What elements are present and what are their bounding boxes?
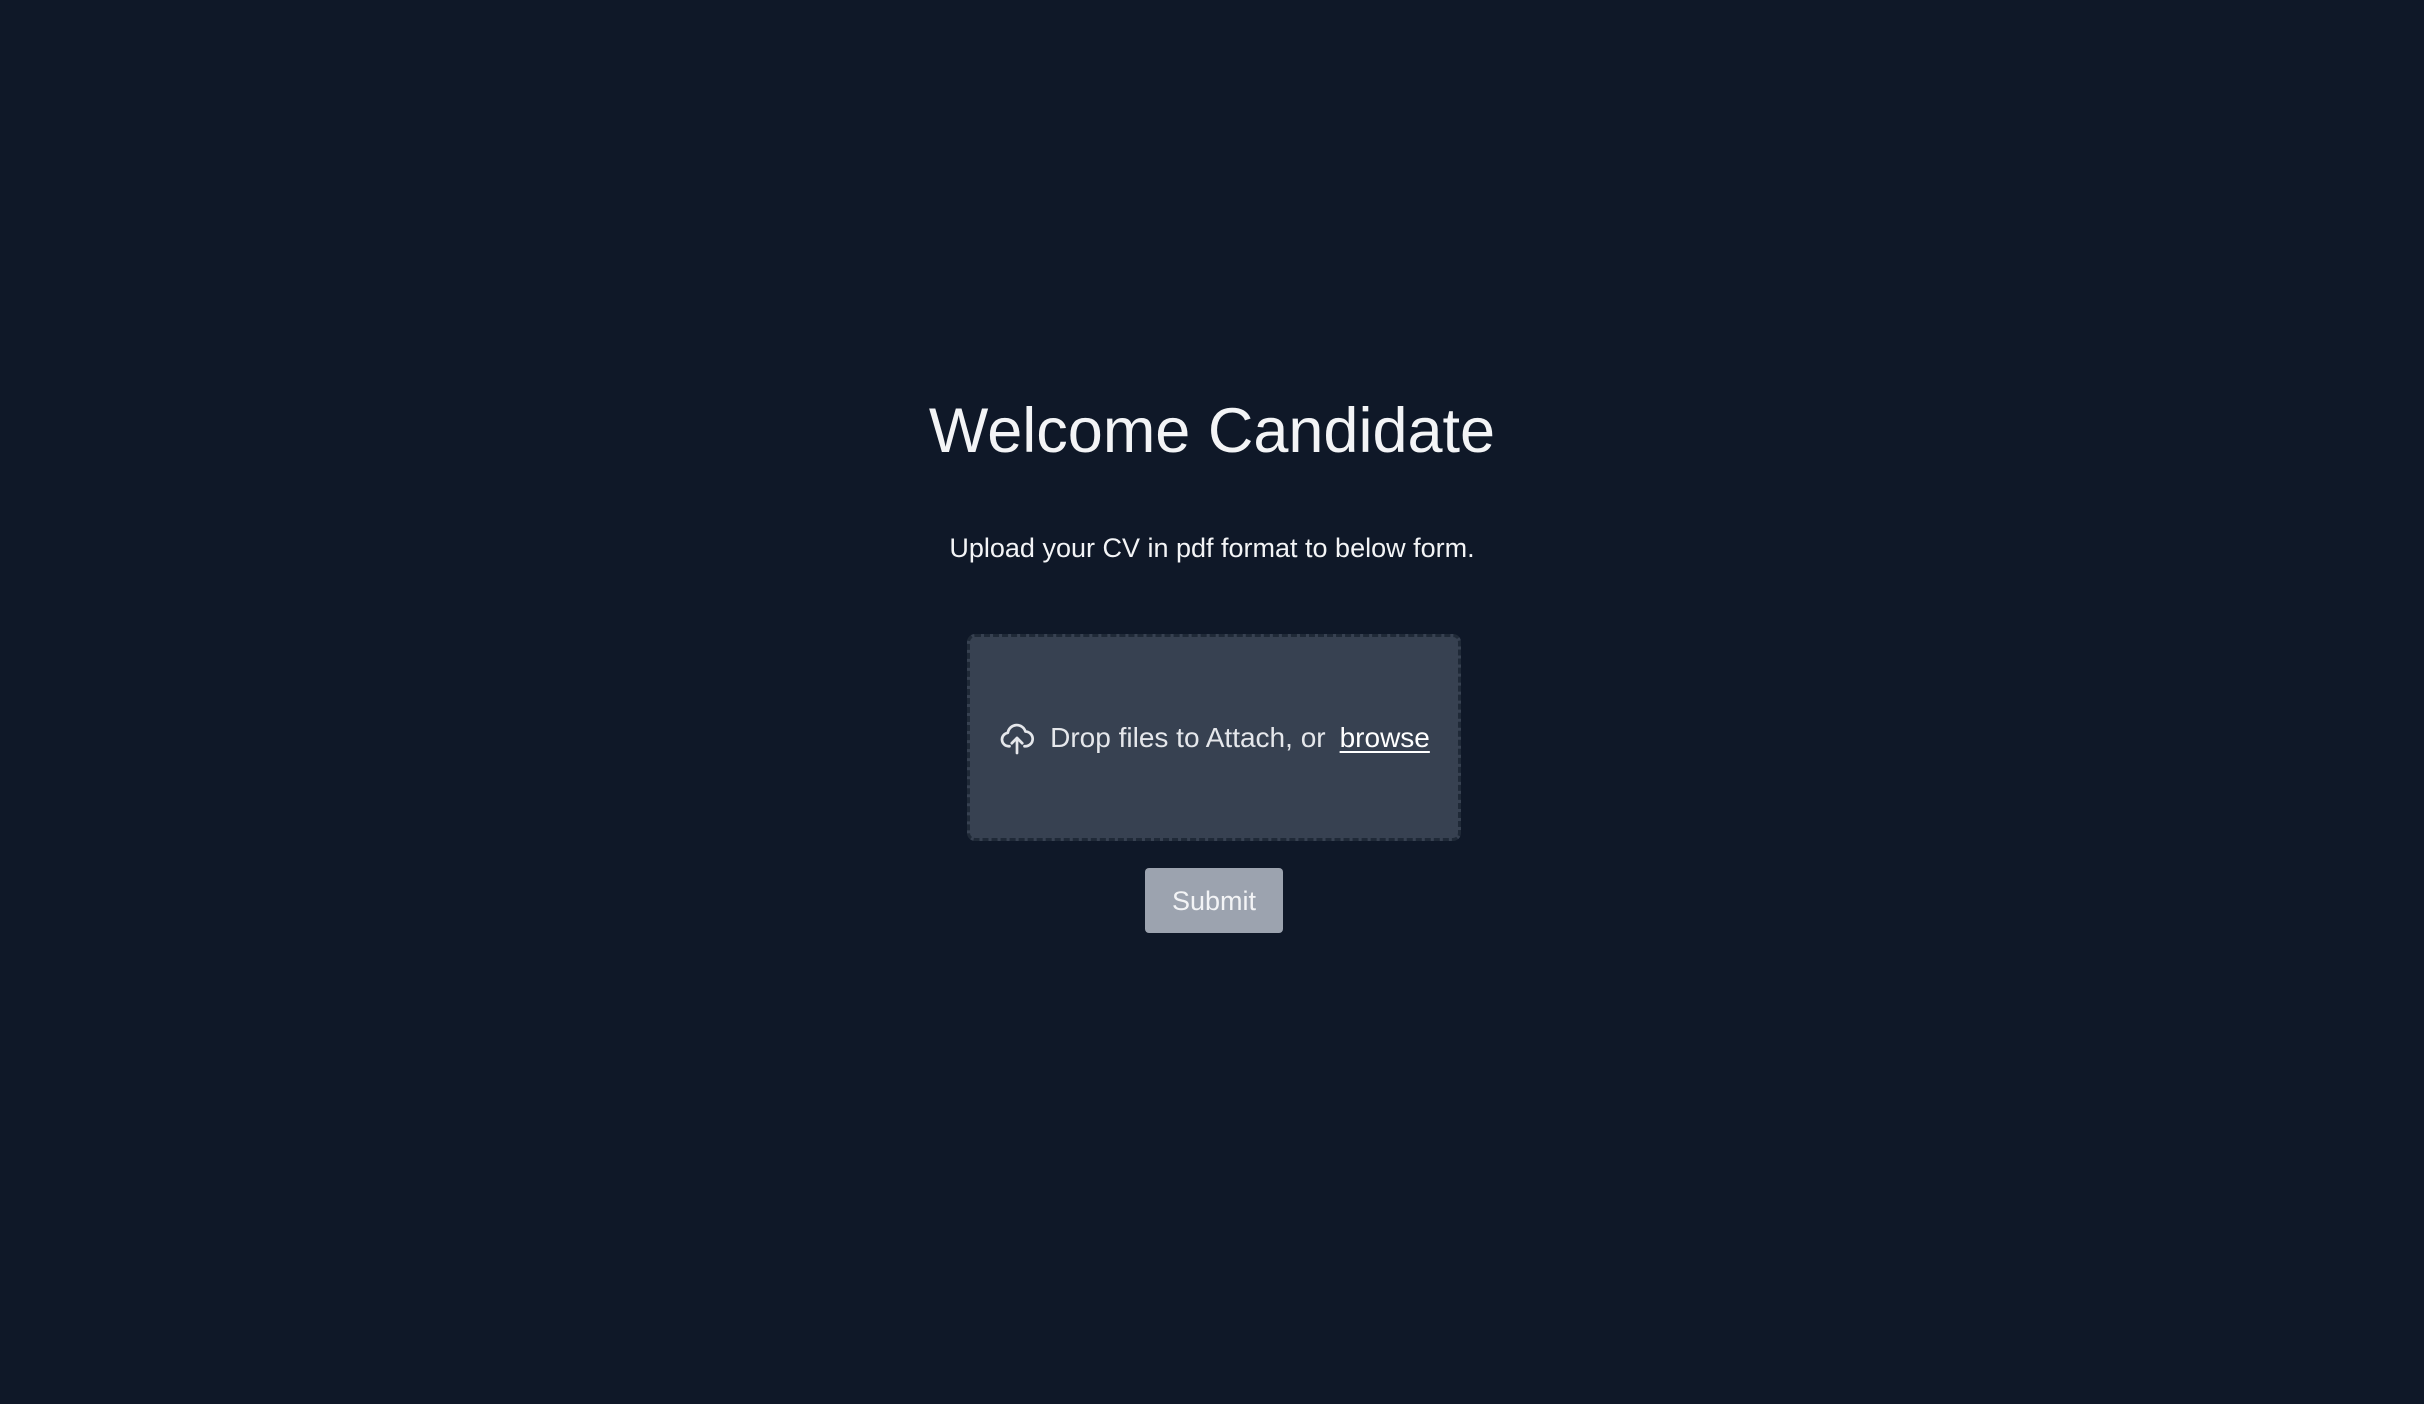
dropzone-content: Drop files to Attach, or browse (998, 719, 1430, 757)
page-title: Welcome Candidate (928, 396, 1496, 466)
submit-button[interactable]: Submit (1145, 868, 1283, 933)
file-dropzone[interactable]: Drop files to Attach, or browse (967, 634, 1461, 841)
upload-page: Welcome Candidate Upload your CV in pdf … (0, 0, 2424, 1404)
browse-link[interactable]: browse (1340, 720, 1430, 756)
cloud-upload-icon (998, 719, 1036, 757)
dropzone-prompt: Drop files to Attach, or (1050, 721, 1326, 753)
page-subtitle: Upload your CV in pdf format to below fo… (949, 533, 1475, 563)
